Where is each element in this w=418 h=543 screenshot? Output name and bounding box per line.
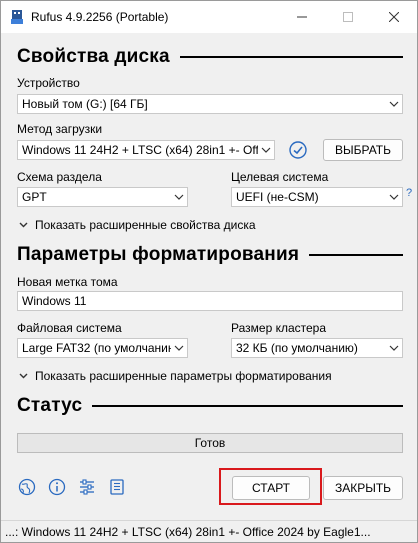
chevron-down-icon: [386, 95, 402, 113]
maximize-button[interactable]: [325, 1, 371, 33]
maximize-icon: [343, 12, 353, 22]
section-divider: [179, 56, 403, 58]
chevron-down-icon: [171, 339, 187, 357]
drive-properties-header: Свойства диска: [17, 43, 403, 71]
target-system-select[interactable]: UEFI (не-CSM): [231, 187, 403, 207]
cluster-size-value: 32 КБ (по умолчанию): [236, 341, 358, 355]
status-header: Статус: [17, 392, 403, 420]
file-system-select[interactable]: Large FAT32 (по умолчанию): [17, 338, 188, 358]
footer-status: ...: Windows 11 24H2 + LTSC (x64) 28in1 …: [1, 520, 417, 542]
minimize-button[interactable]: [279, 1, 325, 33]
select-image-button[interactable]: ВЫБРАТЬ: [323, 139, 403, 161]
partition-scheme-label: Схема раздела: [17, 170, 102, 184]
close-window-button[interactable]: [371, 1, 417, 33]
format-options-header: Параметры форматирования: [17, 241, 403, 269]
section-title: Параметры форматирования: [17, 244, 300, 265]
volume-label-value: Windows 11: [22, 294, 87, 308]
format-advanced-toggle-label: Показать расширенные параметры форматиро…: [35, 369, 332, 383]
volume-label-label: Новая метка тома: [17, 275, 118, 289]
device-label: Устройство: [17, 76, 80, 90]
rufus-window: Rufus 4.9.2256 (Portable) Свойства диска…: [0, 0, 418, 543]
file-system-label: Файловая система: [17, 321, 122, 335]
device-value: Новый том (G:) [64 ГБ]: [22, 97, 148, 111]
close-button[interactable]: ЗАКРЫТЬ: [323, 476, 403, 500]
target-system-value: UEFI (не-CSM): [236, 190, 319, 204]
chevron-down-icon: [386, 188, 402, 206]
settings-sliders-icon[interactable]: [77, 477, 97, 497]
footer-status-text: ...: Windows 11 24H2 + LTSC (x64) 28in1 …: [5, 524, 371, 539]
chevron-down-icon: [258, 141, 274, 159]
help-link[interactable]: ?: [406, 187, 412, 199]
log-icon[interactable]: [107, 477, 127, 497]
chevron-down-icon: [386, 339, 402, 357]
section-divider: [309, 254, 403, 256]
info-icon[interactable]: [47, 477, 67, 497]
section-title: Статус: [17, 395, 83, 416]
drive-advanced-toggle[interactable]: Показать расширенные свойства диска: [17, 218, 256, 232]
check-circle-icon[interactable]: [289, 141, 307, 159]
start-button[interactable]: СТАРТ: [232, 476, 310, 500]
format-advanced-toggle[interactable]: Показать расширенные параметры форматиро…: [17, 369, 332, 383]
file-system-value: Large FAT32 (по умолчанию): [22, 341, 171, 355]
partition-scheme-select[interactable]: GPT: [17, 187, 188, 207]
title-bar: Rufus 4.9.2256 (Portable): [1, 1, 417, 33]
drive-advanced-toggle-label: Показать расширенные свойства диска: [35, 218, 256, 232]
target-system-label: Целевая система: [231, 170, 329, 184]
section-divider: [92, 405, 403, 407]
device-select[interactable]: Новый том (G:) [64 ГБ]: [17, 94, 403, 114]
globe-icon[interactable]: [17, 477, 37, 497]
boot-selection-value: Windows 11 24H2 + LTSC (x64) 28in1 +- Of…: [22, 143, 258, 157]
window-title: Rufus 4.9.2256 (Portable): [31, 10, 169, 24]
close-icon: [389, 12, 399, 22]
chevron-down-icon: [17, 370, 29, 382]
boot-selection-label: Метод загрузки: [17, 122, 103, 136]
usb-drive-icon: [11, 10, 23, 24]
chevron-down-icon: [171, 188, 187, 206]
chevron-down-icon: [17, 219, 29, 231]
minimize-icon: [297, 16, 307, 18]
volume-label-input[interactable]: Windows 11: [17, 291, 403, 311]
section-title: Свойства диска: [17, 46, 170, 67]
boot-selection-select[interactable]: Windows 11 24H2 + LTSC (x64) 28in1 +- Of…: [17, 140, 275, 160]
cluster-size-select[interactable]: 32 КБ (по умолчанию): [231, 338, 403, 358]
partition-scheme-value: GPT: [22, 190, 47, 204]
status-progress-bar: Готов: [17, 433, 403, 453]
cluster-size-label: Размер кластера: [231, 321, 327, 335]
status-text: Готов: [194, 436, 226, 450]
